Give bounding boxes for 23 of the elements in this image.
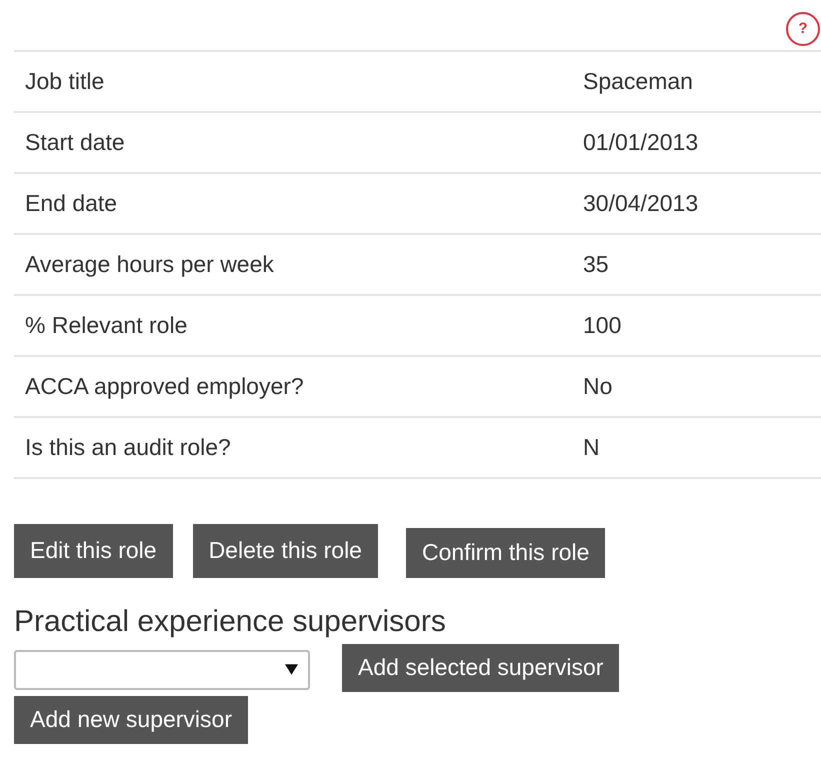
field-label: % Relevant role [14,295,572,356]
add-selected-supervisor-button[interactable]: Add selected supervisor [342,644,620,692]
delete-button[interactable]: Delete this role [192,524,378,578]
field-value: 30/04/2013 [572,173,821,234]
field-value: 35 [572,234,821,295]
confirm-button[interactable]: Confirm this role [406,528,606,578]
field-label: Average hours per week [14,234,572,295]
field-label: Is this an audit role? [14,417,572,478]
field-value: Spaceman [572,51,821,112]
field-value: 01/01/2013 [572,112,821,173]
section-heading: Practical experience supervisors [14,604,447,640]
caret-icon [285,663,298,676]
add-new-supervisor-button[interactable]: Add new supervisor [14,696,248,744]
field-label: Job title [14,51,572,112]
help-icon[interactable]: ? [786,12,820,46]
field-label: ACCA approved employer? [14,356,572,417]
field-value: N [572,417,821,478]
supervisor-dropdown[interactable] [14,650,310,690]
field-value: 100 [572,295,821,356]
edit-button[interactable]: Edit this role [14,524,173,578]
field-value: No [572,356,821,417]
field-label: End date [14,173,572,234]
field-label: Start date [14,112,572,173]
